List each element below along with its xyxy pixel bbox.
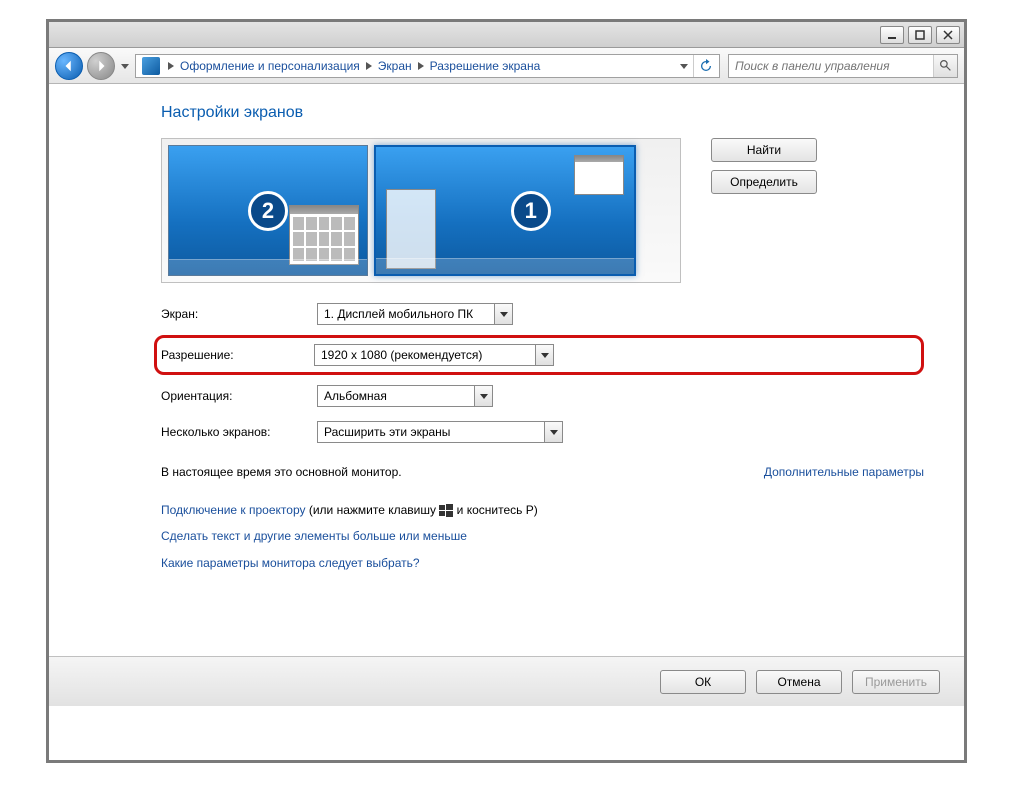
monitor-preview[interactable]: 2 1	[161, 138, 681, 283]
which-settings-link[interactable]: Какие параметры монитора следует выбрать…	[161, 556, 420, 570]
window-frame: Оформление и персонализация Экран Разреш…	[46, 19, 967, 763]
address-dropdown[interactable]	[675, 62, 693, 70]
chevron-down-icon	[544, 422, 562, 442]
monitor-2[interactable]: 2	[168, 145, 368, 276]
monitor-number-1: 1	[511, 191, 551, 231]
display-dropdown[interactable]: 1. Дисплей мобильного ПК	[317, 303, 513, 325]
breadcrumb-sep-2[interactable]	[414, 56, 428, 76]
forward-button[interactable]	[87, 52, 115, 80]
ok-button[interactable]: ОК	[660, 670, 746, 694]
projector-link[interactable]: Подключение к проектору	[161, 503, 306, 517]
titlebar	[49, 22, 964, 48]
multiple-displays-dropdown[interactable]: Расширить эти экраны	[317, 421, 563, 443]
orientation-dropdown[interactable]: Альбомная	[317, 385, 493, 407]
resolution-label: Разрешение:	[161, 348, 314, 362]
orientation-label: Ориентация:	[161, 389, 317, 403]
text-size-link[interactable]: Сделать текст и другие элементы больше и…	[161, 529, 467, 543]
cancel-button[interactable]: Отмена	[756, 670, 842, 694]
breadcrumb-sep-1[interactable]	[362, 56, 376, 76]
resolution-dropdown[interactable]: 1920 x 1080 (рекомендуется)	[314, 344, 554, 366]
search-box[interactable]	[728, 54, 958, 78]
detect-button[interactable]: Найти	[711, 138, 817, 162]
page-title: Настройки экранов	[161, 104, 924, 122]
address-bar[interactable]: Оформление и персонализация Экран Разреш…	[135, 54, 720, 78]
chevron-down-icon	[474, 386, 492, 406]
advanced-settings-link[interactable]: Дополнительные параметры	[764, 465, 924, 479]
multiple-displays-label: Несколько экранов:	[161, 425, 317, 439]
maximize-button[interactable]	[908, 26, 932, 44]
monitor-number-2: 2	[248, 191, 288, 231]
navbar: Оформление и персонализация Экран Разреш…	[49, 48, 964, 84]
history-dropdown[interactable]	[119, 54, 131, 78]
apply-button[interactable]: Применить	[852, 670, 940, 694]
resolution-row-highlight: Разрешение: 1920 x 1080 (рекомендуется)	[154, 335, 924, 375]
monitor-1[interactable]: 1	[374, 145, 636, 276]
main-monitor-status: В настоящее время это основной монитор.	[161, 465, 402, 479]
chevron-down-icon	[494, 304, 512, 324]
breadcrumb-2[interactable]: Экран	[376, 59, 414, 73]
breadcrumb-root-sep[interactable]	[164, 56, 178, 76]
chevron-down-icon	[535, 345, 553, 365]
display-label: Экран:	[161, 307, 317, 321]
control-panel-icon	[142, 57, 160, 75]
back-button[interactable]	[55, 52, 83, 80]
minimize-button[interactable]	[880, 26, 904, 44]
windows-key-icon	[439, 504, 453, 518]
footer-bar: ОК Отмена Применить	[49, 656, 964, 706]
close-button[interactable]	[936, 26, 960, 44]
identify-button[interactable]: Определить	[711, 170, 817, 194]
search-button[interactable]	[933, 55, 957, 77]
search-input[interactable]	[729, 59, 933, 73]
breadcrumb-3[interactable]: Разрешение экрана	[428, 59, 543, 73]
content-area: Настройки экранов 2 1	[49, 84, 964, 586]
refresh-button[interactable]	[693, 54, 717, 78]
breadcrumb-1[interactable]: Оформление и персонализация	[178, 59, 362, 73]
